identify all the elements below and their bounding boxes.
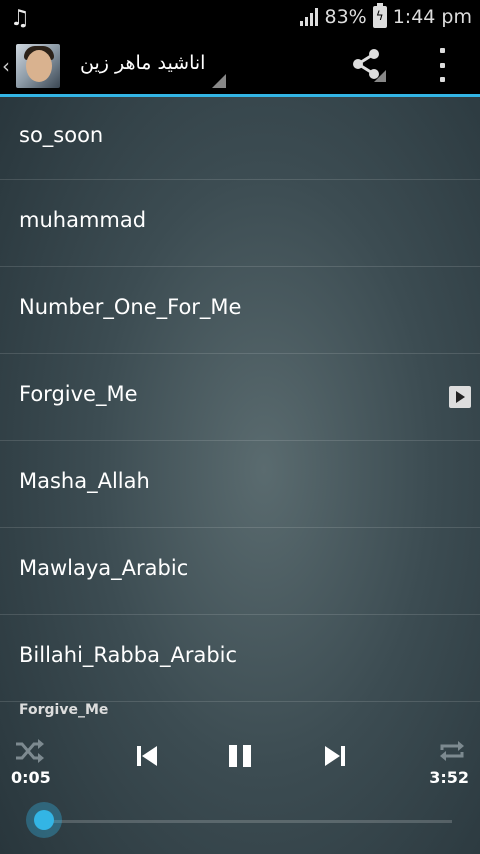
seek-bar-thumb[interactable] [26,802,63,838]
song-row[interactable]: Masha_Allah [0,441,480,528]
song-list: so_soon muhammad Number_One_For_Me Forgi… [0,97,480,702]
now-playing-title: Forgive_Me [19,702,109,718]
song-row[interactable]: muhammad [0,180,480,267]
status-right: 83% ϟ 1:44 pm [300,3,472,28]
previous-icon[interactable] [137,744,159,768]
total-time: 3:52 [429,768,469,787]
song-title: Number_One_For_Me [19,295,242,319]
share-icon[interactable] [350,48,386,82]
back-chevron-icon[interactable]: ‹ [2,54,10,78]
repeat-icon[interactable] [438,738,466,764]
action-bar: ‹ اناشيد ماهر زين [0,36,480,97]
song-row[interactable]: Billahi_Rabba_Arabic [0,615,480,702]
signal-icon [300,8,319,26]
battery-percent: 83% [324,6,367,28]
app-title[interactable]: اناشيد ماهر زين [80,52,205,74]
status-bar: ♫ 83% ϟ 1:44 pm [0,0,480,36]
overflow-menu-icon[interactable] [436,48,448,82]
song-title: Billahi_Rabba_Arabic [19,643,238,667]
app-icon[interactable] [16,44,60,88]
song-row[interactable]: Mawlaya_Arabic [0,528,480,615]
seek-bar-track[interactable] [36,820,452,823]
song-title: so_soon [19,123,104,147]
pause-icon[interactable] [229,744,251,768]
clock: 1:44 pm [392,6,472,28]
song-title: Masha_Allah [19,469,150,493]
song-title: Mawlaya_Arabic [19,556,189,580]
battery-icon: ϟ [372,3,387,28]
shuffle-icon[interactable] [14,738,44,764]
song-title: muhammad [19,208,147,232]
current-time: 0:05 [11,768,51,787]
song-row[interactable]: so_soon [0,97,480,180]
spinner-indicator-icon [212,74,226,88]
music-note-icon: ♫ [10,6,30,31]
now-playing-icon [449,386,471,408]
next-icon[interactable] [323,744,345,768]
song-row[interactable]: Forgive_Me [0,354,480,441]
song-title: Forgive_Me [19,382,138,406]
song-row[interactable]: Number_One_For_Me [0,267,480,354]
